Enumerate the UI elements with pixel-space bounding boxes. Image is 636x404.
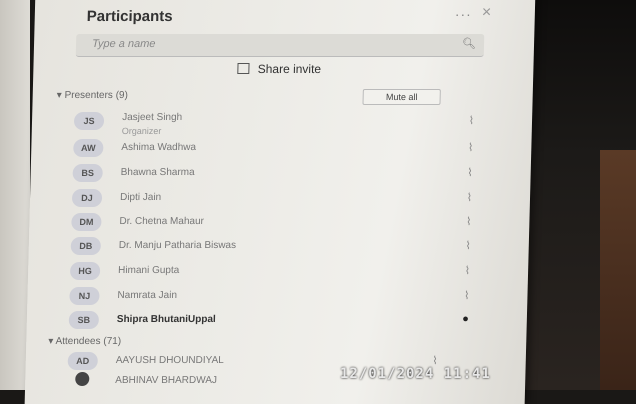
avatar: NJ	[69, 287, 100, 305]
avatar: SB	[68, 311, 100, 329]
avatar: JS	[73, 112, 105, 130]
participant-name: Dr. Chetna Mahaur	[119, 216, 205, 227]
search-icon: 🔍︎	[461, 38, 477, 50]
more-options-icon[interactable]: ···	[455, 6, 472, 22]
participant-name: Dipti Jain	[119, 192, 162, 203]
avatar: DB	[70, 237, 102, 255]
participant-row[interactable]: AW Ashima Wadhwa ⌇	[73, 139, 474, 161]
avatar: AW	[73, 139, 104, 157]
participants-panel: Participants ··· × Type a name 🔍︎ Share …	[24, 0, 536, 404]
participant-row[interactable]: DB Dr. Manju Patharia Biswas ⌇	[70, 237, 471, 259]
avatar: HG	[69, 262, 101, 280]
share-icon	[237, 63, 250, 74]
participant-name: Himani Gupta	[117, 265, 180, 276]
background-wall	[600, 150, 636, 390]
attendees-section-header[interactable]: ▾ Attendees (71)	[48, 336, 121, 347]
mic-off-icon[interactable]: ⌇	[469, 114, 475, 127]
participant-name: ABHINAV BHARDWAJ	[115, 375, 218, 386]
avatar: AD	[67, 352, 98, 370]
participant-name: Ashima Wadhwa	[121, 142, 197, 153]
close-icon[interactable]: ×	[482, 4, 492, 22]
avatar: BS	[72, 164, 103, 182]
participant-name: Namrata Jain	[117, 290, 178, 301]
mic-off-icon[interactable]: ⌇	[464, 289, 470, 302]
mic-off-icon[interactable]: ⌇	[467, 166, 473, 179]
search-input[interactable]: Type a name 🔍︎	[75, 34, 485, 57]
participant-name: Bhawna Sharma	[120, 167, 195, 178]
share-invite-label: Share invite	[257, 62, 322, 76]
participant-role: Organizer	[121, 126, 162, 136]
participant-row[interactable]: JS Jasjeet Singh Organizer ⌇	[73, 112, 475, 136]
mic-off-icon[interactable]: ⌇	[466, 191, 472, 204]
avatar	[75, 372, 90, 386]
participant-name: Jasjeet Singh	[121, 112, 183, 123]
mic-off-icon[interactable]: ⌇	[468, 141, 474, 154]
background-left	[0, 0, 30, 390]
participant-row[interactable]: SB Shipra BhutaniUppal ●	[68, 311, 469, 333]
mic-on-icon[interactable]: ●	[462, 313, 469, 325]
mic-off-icon[interactable]: ⌇	[465, 264, 471, 277]
mute-all-button[interactable]: Mute all	[362, 89, 441, 105]
share-invite-button[interactable]: Share invite	[75, 60, 484, 80]
attendees-label: Attendees (71)	[55, 336, 122, 347]
avatar: DJ	[71, 189, 103, 207]
search-placeholder: Type a name	[91, 38, 156, 50]
panel-title: Participants	[86, 8, 173, 25]
participant-row[interactable]: DM Dr. Chetna Mahaur ⌇	[71, 213, 472, 235]
avatar: DM	[71, 213, 102, 231]
mic-off-icon[interactable]: ⌇	[466, 215, 472, 228]
participant-row[interactable]: HG Himani Gupta ⌇	[69, 262, 471, 284]
photo-timestamp: 12/01/2024 11:41	[340, 366, 491, 382]
participant-name: Dr. Manju Patharia Biswas	[118, 240, 237, 251]
participant-row[interactable]: DJ Dipti Jain ⌇	[71, 189, 473, 211]
participant-name: Shipra BhutaniUppal	[116, 314, 216, 325]
presenters-section-header[interactable]: ▾ Presenters (9)	[57, 90, 128, 101]
participant-name: AAYUSH DHOUNDIYAL	[115, 355, 224, 366]
participant-row[interactable]: BS Bhawna Sharma ⌇	[72, 164, 473, 186]
mic-off-icon[interactable]: ⌇	[465, 239, 471, 252]
presenters-label: Presenters (9)	[64, 90, 129, 101]
participant-row[interactable]: NJ Namrata Jain ⌇	[69, 287, 470, 309]
